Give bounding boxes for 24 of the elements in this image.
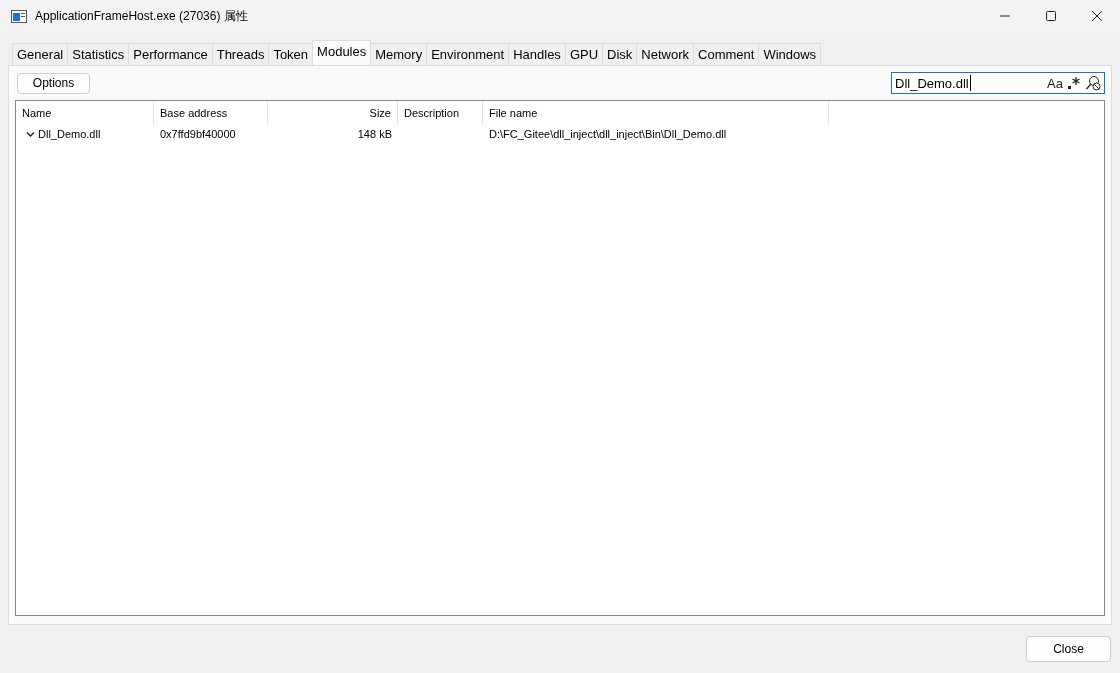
chevron-icon[interactable]	[26, 129, 35, 139]
column-header[interactable]: Size	[268, 101, 398, 125]
maximize-icon[interactable]	[1045, 10, 1057, 22]
search-clear-icon[interactable]	[1085, 75, 1101, 91]
table-cell: 0x7ffd9bf40000	[160, 128, 236, 140]
options-button[interactable]: Options	[17, 72, 90, 94]
column-header[interactable]: File name	[483, 101, 829, 125]
tab[interactable]: General	[12, 43, 69, 65]
table-cell: 148 kB	[357, 128, 392, 140]
table-cell: D:\FC_Gitee\dll_inject\dll_inject\Bin\Dll_Demo.dll	[489, 128, 727, 140]
window-icon	[11, 9, 27, 23]
close-icon[interactable]	[1091, 10, 1103, 22]
column-header[interactable]: Base address	[154, 101, 268, 125]
match-case-toggle[interactable]: Aa	[1047, 75, 1063, 91]
table-cell: Dll_Demo.dll	[38, 128, 101, 140]
column-header[interactable]: Name	[16, 101, 154, 125]
close-button[interactable]: Close	[1026, 636, 1111, 662]
regex-icon[interactable]	[1067, 76, 1081, 90]
window-title: ApplicationFrameHost.exe (27036) 属性	[35, 7, 248, 25]
tab[interactable]: Modules	[312, 40, 372, 65]
tab[interactable]: Memory	[370, 43, 428, 65]
search-field[interactable]: Dll_Demo.dll Aa	[891, 72, 1105, 94]
column-header[interactable]: Description	[398, 101, 483, 125]
tab[interactable]: Windows	[758, 43, 822, 65]
